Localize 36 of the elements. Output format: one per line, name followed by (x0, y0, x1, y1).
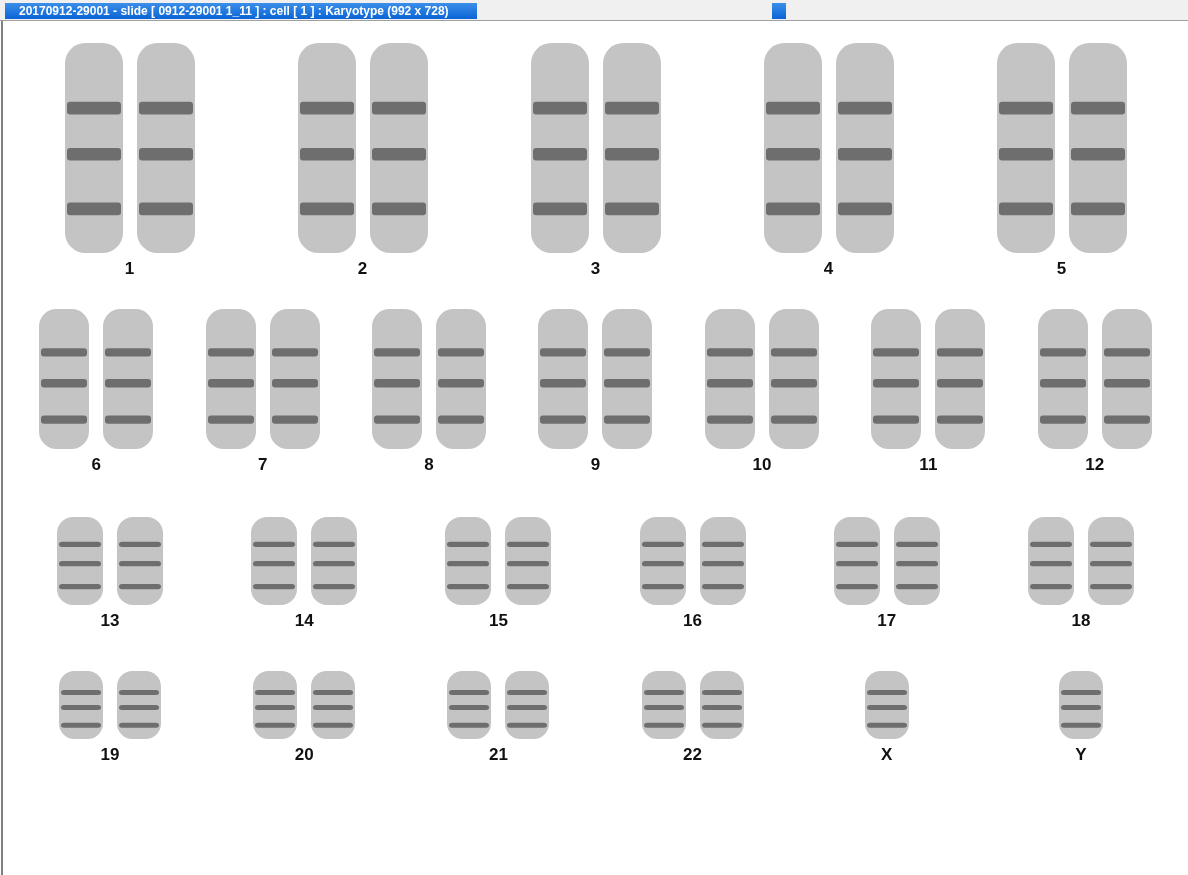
chromosome-drawing (1058, 671, 1103, 739)
chromosome-label: 13 (100, 611, 120, 631)
chromosome-drawing (253, 671, 298, 739)
chromosome-label: 11 (919, 455, 938, 475)
chromosome-label: X (881, 745, 893, 765)
chromosome-drawing (505, 671, 550, 739)
chromosome-label: 17 (877, 611, 897, 631)
chromosome-drawing (117, 671, 162, 739)
chromosome-label: 18 (1071, 611, 1091, 631)
chromosome-label: 5 (1056, 259, 1067, 279)
chromosome-label: 8 (424, 455, 434, 475)
chromosome-label: 7 (257, 455, 268, 475)
chromosome-label: 16 (683, 611, 703, 631)
chromosome-drawing (641, 671, 686, 739)
chromosome-label: 3 (590, 259, 601, 279)
chromosome-label: 14 (294, 611, 314, 631)
chromosome-label: 10 (752, 455, 772, 475)
chromosome-label: 6 (91, 455, 101, 475)
chromosome-label: 21 (488, 745, 508, 765)
chromosome-label: 20 (294, 745, 314, 765)
window-title: 20170912-29001 - slide [ 0912-29001 1_11 ] : cell [ 1 ] : Karyotype (992 x 728) (5, 3, 477, 19)
chromosome-label: 22 (683, 745, 703, 765)
chromosome-label: 19 (100, 745, 120, 765)
chromosome-drawing (59, 671, 104, 739)
chromosome-label: 9 (590, 455, 601, 475)
titlebar-square-icon (772, 3, 786, 19)
chromosome-label: 4 (823, 259, 834, 279)
chromosome-label: 2 (357, 259, 368, 279)
chromosome-drawing (699, 671, 744, 739)
chromosome-label: 12 (1085, 455, 1105, 475)
chromosome-drawing (447, 671, 492, 739)
chromosome-label: Y (1075, 745, 1087, 765)
chromosome-drawing (311, 671, 356, 739)
chromosome-drawing (864, 671, 909, 739)
chromosome-label: 1 (124, 259, 135, 279)
chromosome-label: 15 (488, 611, 508, 631)
